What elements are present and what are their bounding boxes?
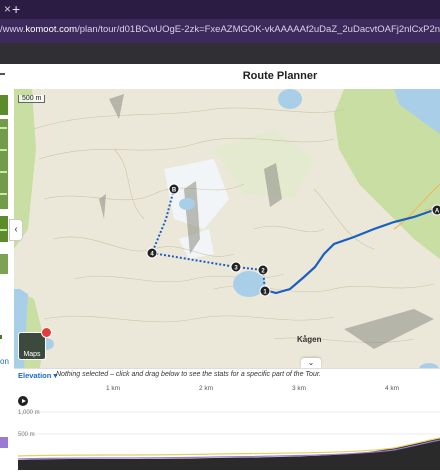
sidebar-green-panel	[0, 119, 8, 209]
waypoint-A[interactable]: A	[431, 204, 440, 216]
altitude-label: 1,000 m	[18, 410, 40, 416]
waypoint-1[interactable]: 1	[259, 285, 271, 297]
elevation-message: Nothing selected – click and drag below …	[56, 371, 321, 378]
waypoint-3[interactable]: 3	[230, 261, 242, 273]
waypoint-2[interactable]: 2	[257, 264, 269, 276]
map-layers-label: Maps	[23, 351, 41, 358]
url-prefix: /www.	[0, 24, 26, 35]
place-label: Kågen	[297, 335, 322, 344]
km-label: 1 km	[106, 385, 121, 392]
planner-sidebar	[0, 89, 15, 470]
km-label: 4 km	[385, 385, 400, 392]
sidebar-collapse-button[interactable]: ‹	[9, 219, 23, 241]
sidebar-marker	[0, 127, 7, 129]
sidebar-green-segment	[0, 254, 8, 274]
sidebar-marker	[0, 193, 7, 195]
sidebar-dot	[0, 335, 2, 339]
play-icon[interactable]	[18, 396, 28, 406]
topo-map[interactable]: B 4 3 2 1 A	[14, 89, 440, 368]
elevation-profile-graph[interactable]	[14, 382, 440, 470]
sidebar-marker	[0, 171, 7, 173]
km-label: 2 km	[199, 385, 214, 392]
tab-close-icon[interactable]: ×	[4, 2, 11, 16]
altitude-label: 500 m	[18, 432, 35, 438]
notification-dot-icon	[41, 327, 52, 338]
km-label: 3 km	[292, 385, 307, 392]
page-title: Route Planner	[242, 70, 318, 82]
url-host: komoot.com	[25, 24, 78, 35]
waypoint-label: B	[172, 188, 177, 194]
elevation-toggle-button[interactable]: ⌄	[301, 358, 321, 368]
waypoint-4[interactable]: 4	[146, 247, 158, 259]
map-scale: 500 m	[18, 95, 46, 103]
address-bar[interactable]: /www.komoot.com/plan/tour/d01BCwUOgE-2zk…	[0, 19, 440, 43]
browser-toolbar-band	[0, 43, 440, 64]
sidebar-marker	[0, 229, 7, 231]
sidebar-link[interactable]: on	[0, 357, 9, 366]
elevation-profile[interactable]	[14, 382, 440, 470]
sidebar-accent	[0, 437, 8, 448]
new-tab-button[interactable]: +	[12, 1, 20, 17]
waypoint-B[interactable]: B	[168, 183, 180, 195]
browser-tab-bar: × +	[0, 0, 440, 19]
waypoint-label: A	[435, 209, 440, 215]
sidebar-green-segment	[0, 95, 8, 115]
url-text[interactable]: /www.komoot.com/plan/tour/d01BCwUOgE-2zk…	[0, 24, 440, 35]
app-header: Route Planner	[0, 64, 440, 90]
url-path: /plan/tour/d01BCwUOgE-2zk=FxeAZMGOK-vkAA…	[77, 24, 440, 35]
sidebar-marker	[0, 149, 7, 151]
elevation-title-text: Elevation	[18, 371, 52, 380]
elevation-title[interactable]: Elevation ▾	[18, 371, 57, 380]
